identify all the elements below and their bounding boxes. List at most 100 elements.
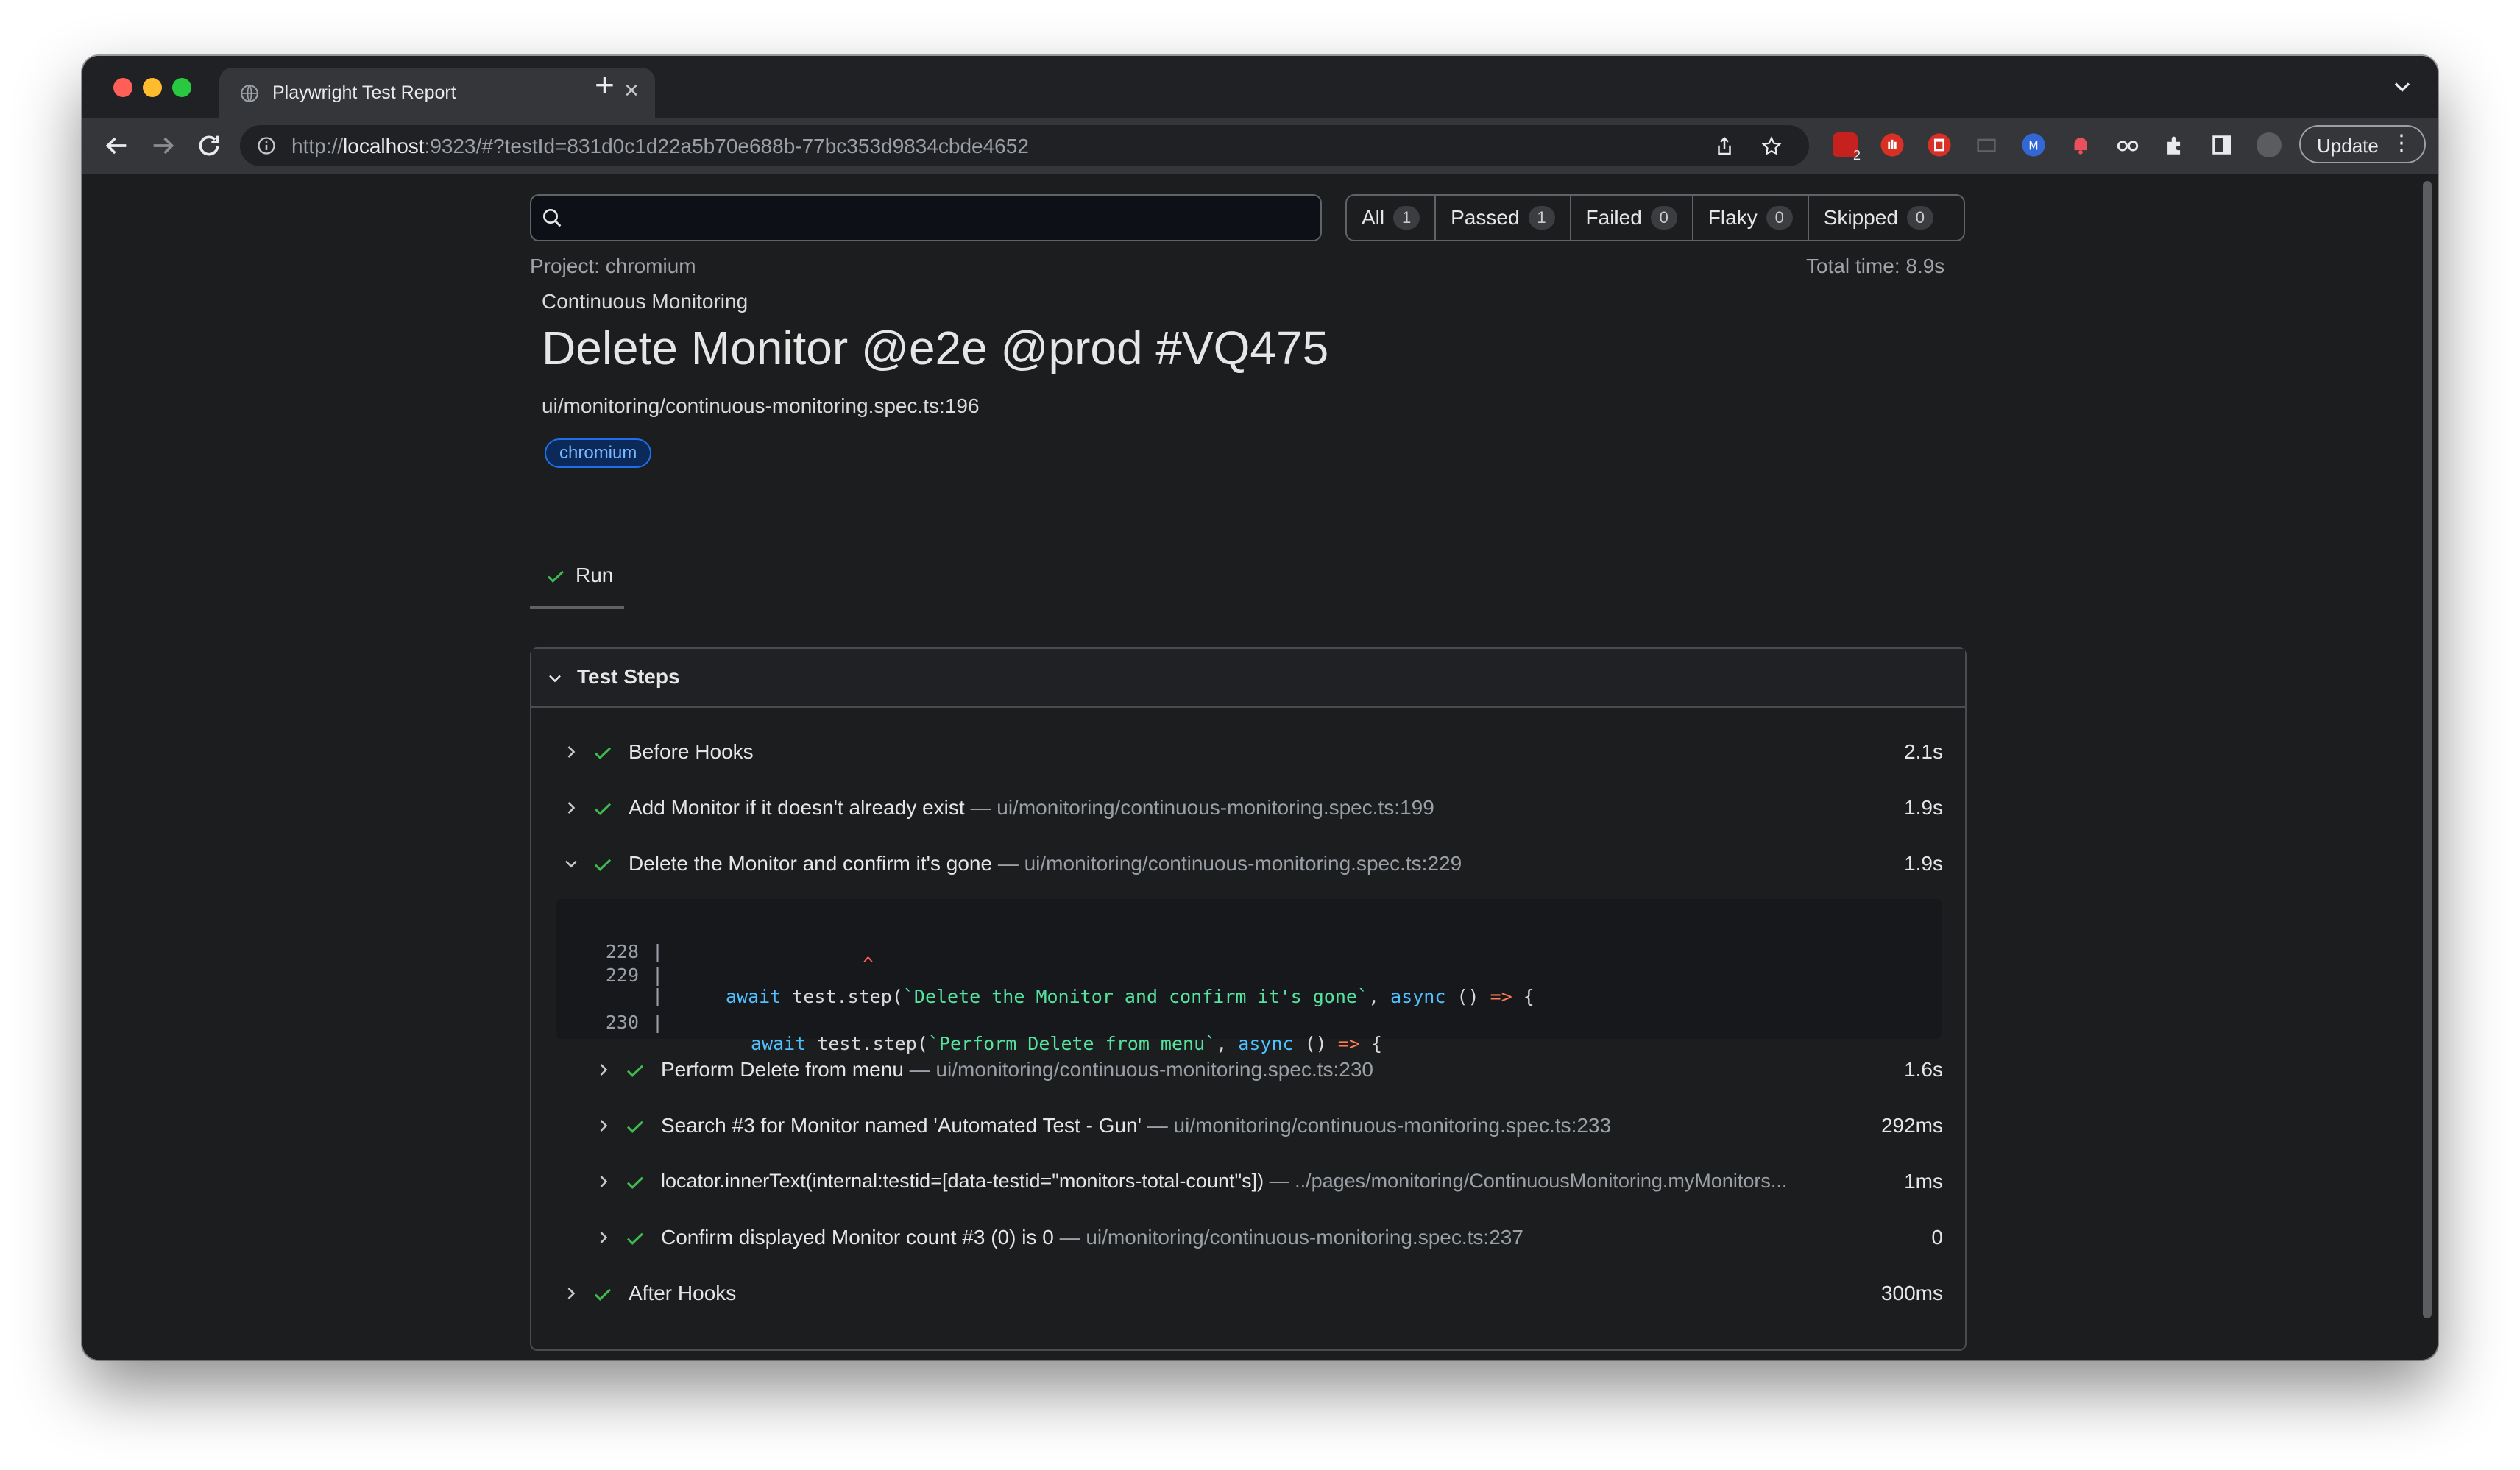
extension-badge-icon[interactable]: 2 [1833,132,1861,163]
step-row-expanded[interactable]: Delete the Monitor and confirm it's gone… [531,842,1965,886]
scrollbar[interactable] [2423,181,2432,1318]
reload-icon[interactable] [194,131,224,160]
filter-label: Skipped [1823,206,1898,229]
browser-tab[interactable]: Playwright Test Report × [219,68,655,118]
step-title-text: Delete the Monitor and confirm it's gone… [629,852,1462,876]
step-title-text: Before Hooks [629,740,754,764]
suite-breadcrumb[interactable]: Continuous Monitoring [542,290,748,313]
side-panel-icon[interactable] [2209,132,2234,157]
avatar[interactable] [2257,132,2282,157]
star-icon[interactable] [1760,135,1783,157]
menu-dots-icon: ⋮ [2390,131,2413,155]
test-title: Delete Monitor @e2e @prod #VQ475 [542,322,1329,374]
back-arrow-icon[interactable] [102,131,131,160]
step-duration: 1ms [1904,1170,1943,1193]
step-title: locator.innerText(internal:testid=[data-… [661,1170,1264,1192]
test-file-location: ui/monitoring/continuous-monitoring.spec… [542,394,980,417]
search-input[interactable] [530,194,1322,241]
filter-count: 1 [1393,206,1420,230]
filter-all[interactable]: All 1 [1347,196,1437,240]
browser-window: Playwright Test Report × + http://localh… [82,56,2438,1360]
step-row[interactable]: Add Monitor if it doesn't already exist … [531,786,1965,830]
share-icon[interactable] [1713,135,1735,157]
new-tab-button[interactable]: + [595,66,615,103]
url-text: http://localhost:9323/#?testId=831d0c1d2… [291,135,1029,158]
step-row[interactable]: After Hooks 300ms [531,1271,1965,1315]
step-duration: 2.1s [1904,740,1943,763]
code-line: 230 | await test.step(`Perform Delete fro… [556,990,1942,1054]
step-title-text: After Hooks [629,1282,736,1305]
step-row-nested[interactable]: Perform Delete from menu — ui/monitoring… [531,1048,1965,1092]
chevron-right-icon[interactable] [593,1171,614,1192]
search-icon [543,209,562,227]
maximize-window-button[interactable] [172,78,191,97]
error-caret: ^ [863,954,874,975]
filter-label: All [1362,206,1385,229]
trash-icon[interactable] [1927,132,1952,157]
m-extension-icon[interactable]: M [2021,132,2046,157]
step-location[interactable]: — ui/monitoring/continuous-monitoring.sp… [904,1058,1373,1081]
chevron-right-icon[interactable] [561,798,581,818]
glasses-icon[interactable] [2115,132,2140,157]
chevron-down-icon[interactable] [2389,74,2415,100]
step-duration: 300ms [1880,1282,1943,1304]
check-icon [626,1121,644,1133]
step-location[interactable]: — ui/monitoring/continuous-monitoring.sp… [992,852,1462,875]
chevron-right-icon[interactable] [561,742,581,762]
filter-label: Flaky [1707,206,1758,229]
step-title-text: Search #3 for Monitor named 'Automated T… [661,1114,1611,1137]
check-icon [594,747,612,759]
step-title: Delete the Monitor and confirm it's gone [629,852,993,875]
test-steps-title: Test Steps [577,665,680,688]
step-location[interactable]: — ui/monitoring/continuous-monitoring.sp… [1054,1226,1523,1249]
step-title-text: Add Monitor if it doesn't already exist … [629,796,1434,820]
hand-icon[interactable] [1880,132,1905,157]
bell-icon[interactable] [2068,132,2093,157]
update-button[interactable]: Update ⋮ [2299,125,2426,163]
project-badge[interactable]: chromium [545,438,652,468]
filter-skipped[interactable]: Skipped 0 [1809,196,1948,240]
step-row[interactable]: Before Hooks 2.1s [531,730,1965,774]
filter-failed[interactable]: Failed 0 [1571,196,1693,240]
line-number: 230 [605,1012,639,1033]
chevron-right-icon[interactable] [593,1059,614,1080]
code-line: 228 | [556,920,1942,962]
svg-text:M: M [2028,139,2038,152]
total-time: Total time: 8.9s [1806,255,1945,277]
chevron-right-icon[interactable] [593,1227,614,1248]
check-icon [594,803,612,815]
tab-close-icon[interactable]: × [624,78,639,103]
step-row-nested[interactable]: Confirm displayed Monitor count #3 (0) i… [531,1215,1965,1260]
chevron-right-icon[interactable] [561,1283,581,1304]
chevron-right-icon[interactable] [593,1115,614,1136]
tab-title: Playwright Test Report [272,82,456,103]
filter-count: 0 [1766,206,1793,230]
step-location[interactable]: — ../pages/monitoring/ContinuousMonitori… [1264,1170,1788,1192]
step-title: Search #3 for Monitor named 'Automated T… [661,1114,1142,1137]
puzzle-icon[interactable] [2162,132,2187,157]
step-location[interactable]: — ui/monitoring/continuous-monitoring.sp… [1142,1114,1611,1137]
filter-label: Passed [1451,206,1520,229]
filter-passed[interactable]: Passed 1 [1436,196,1571,240]
info-icon[interactable] [256,135,277,156]
window-icon[interactable] [1974,132,1999,157]
tab-strip: Playwright Test Report × + [82,56,2438,118]
chevron-down-icon[interactable] [561,853,581,874]
code-line: | ^ [556,954,1942,1006]
test-steps-header[interactable]: Test Steps [531,649,1965,708]
step-row-nested[interactable]: locator.innerText(internal:testid=[data-… [531,1160,1965,1204]
address-bar[interactable]: http://localhost:9323/#?testId=831d0c1d2… [240,125,1809,166]
check-icon [626,1232,644,1245]
step-location[interactable]: — ui/monitoring/continuous-monitoring.sp… [965,796,1434,819]
step-duration: 292ms [1880,1114,1943,1137]
filter-count: 0 [1650,206,1677,230]
step-title-text: Perform Delete from menu — ui/monitoring… [661,1058,1373,1082]
filter-flaky[interactable]: Flaky 0 [1693,196,1809,240]
close-window-button[interactable] [113,78,132,97]
step-row-nested[interactable]: Search #3 for Monitor named 'Automated T… [531,1104,1965,1148]
forward-arrow-icon[interactable] [149,131,178,160]
project-name: Project: chromium [530,255,696,277]
minimize-window-button[interactable] [143,78,162,97]
step-title: Before Hooks [629,740,754,763]
run-tab-label: Run [576,564,614,586]
